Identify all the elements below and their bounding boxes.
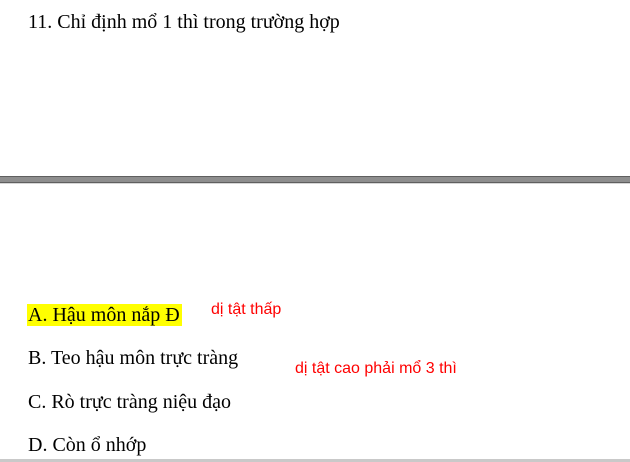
- annotation-high-defect: dị tật cao phải mổ 3 thì: [295, 360, 457, 377]
- question-title: 11. Chỉ định mổ 1 thì trong trường hợp: [28, 11, 340, 33]
- highlighted-answer-text: A. Hậu môn nắp Đ: [27, 304, 182, 326]
- page-divider-edge: [0, 183, 630, 184]
- answer-option-a: A. Hậu môn nắp Đ: [27, 302, 182, 328]
- answer-option-c: C. Rò trực tràng niệu đạo: [28, 391, 232, 413]
- answer-option-b: B. Teo hậu môn trực tràng: [28, 347, 239, 369]
- annotation-low-defect: dị tật thấp: [211, 301, 282, 318]
- page-divider: [0, 176, 630, 183]
- answer-option-d: D. Còn ổ nhớp: [28, 434, 147, 456]
